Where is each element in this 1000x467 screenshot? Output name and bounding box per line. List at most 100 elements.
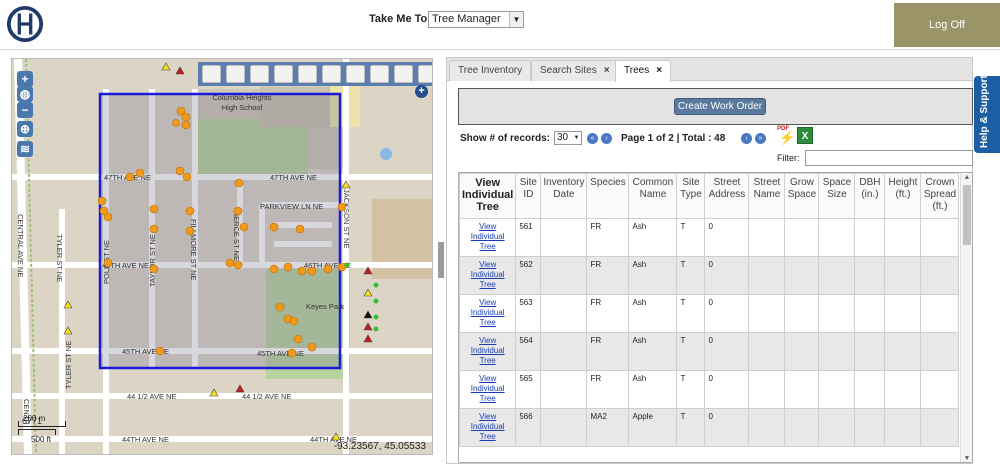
scroll-up-icon[interactable]: ▲ <box>961 173 972 183</box>
globe-icon[interactable]: ◍ <box>17 86 33 102</box>
col-space-size[interactable]: Space Size <box>818 173 856 219</box>
cell-inventory-date <box>540 256 588 295</box>
line-tool-icon[interactable] <box>346 65 365 83</box>
table-row[interactable]: View Individual Tree 563 FR Ash T 0 <box>459 294 960 333</box>
cell-site-type: T <box>676 408 706 447</box>
cell-inventory-date <box>540 294 588 333</box>
cell-species: MA2 <box>586 408 630 447</box>
last-page-icon[interactable]: » <box>755 133 766 144</box>
table-header-row: View Individual Tree Site ID Inventory D… <box>459 173 960 219</box>
move-tool-icon[interactable] <box>322 65 341 83</box>
locate-icon[interactable]: ⊕ <box>17 121 33 137</box>
cell-site-id: 561 <box>515 218 542 257</box>
cell-dbh <box>854 294 886 333</box>
ruler-tool-icon[interactable] <box>202 65 221 83</box>
zoom-in-button[interactable]: + <box>17 71 33 87</box>
table-row[interactable]: View Individual Tree 561 FR Ash T 0 <box>459 218 960 257</box>
select-tool-icon[interactable] <box>370 65 389 83</box>
pan-hand-icon[interactable] <box>418 65 432 83</box>
col-street-name[interactable]: Street Name <box>748 173 786 219</box>
view-individual-tree-link[interactable]: View Individual Tree <box>459 294 517 333</box>
map-label-tyler: TYLER ST NE <box>55 234 64 282</box>
col-common-name[interactable]: Common Name <box>628 173 678 219</box>
table-row[interactable]: View Individual Tree 565 FR Ash T 0 <box>459 370 960 409</box>
chevron-down-icon[interactable]: ▼ <box>509 12 523 27</box>
measure-tool-icon[interactable] <box>226 65 245 83</box>
cell-space-size <box>818 408 856 447</box>
cell-site-type: T <box>676 332 706 371</box>
tab-trees[interactable]: Trees × <box>615 60 672 82</box>
chevron-down-icon: ▼ <box>573 135 580 141</box>
view-individual-tree-link[interactable]: View Individual Tree <box>459 332 517 371</box>
col-crown-spread[interactable]: Crown Spread (ft.) <box>920 173 960 219</box>
col-species[interactable]: Species <box>586 173 630 219</box>
map-label-park: Keyes Park <box>306 302 345 311</box>
log-off-button[interactable]: Log Off <box>894 3 1000 47</box>
close-icon[interactable]: × <box>604 65 610 76</box>
cell-common-name: Ash <box>628 332 678 371</box>
layers-icon[interactable]: ≋ <box>17 141 33 157</box>
eraser-tool-icon[interactable] <box>394 65 413 83</box>
create-work-order-button[interactable]: Create Work Order <box>674 98 766 115</box>
cell-space-size <box>818 332 856 371</box>
first-page-icon[interactable]: « <box>587 133 598 144</box>
page-info: Page 1 of 2 | Total : 48 <box>621 133 726 144</box>
map-coordinates: -93.23567, 45.05533 <box>333 441 426 452</box>
tree-map[interactable]: 47TH AVE NE 47TH AVE NE 46TH AVE NE 46TH… <box>11 58 433 455</box>
cell-common-name: Ash <box>628 370 678 409</box>
expand-plus-icon[interactable]: + <box>415 85 428 98</box>
cell-height <box>884 332 922 371</box>
scroll-down-icon[interactable]: ▼ <box>961 454 972 462</box>
filter-input[interactable] <box>805 150 973 166</box>
close-icon[interactable]: × <box>656 65 662 76</box>
next-page-icon[interactable]: › <box>741 133 752 144</box>
take-me-to-label: Take Me To: <box>369 13 431 25</box>
grid-scrollbar[interactable]: ▲ ▼ <box>960 173 972 462</box>
col-dbh[interactable]: DBH (in.) <box>854 173 886 219</box>
view-individual-tree-link[interactable]: View Individual Tree <box>459 408 517 447</box>
tab-tree-inventory[interactable]: Tree Inventory <box>449 60 532 81</box>
scrollbar-thumb[interactable] <box>963 185 971 245</box>
cell-street-address: 0 <box>704 294 750 333</box>
cell-common-name: Apple <box>628 408 678 447</box>
view-individual-tree-link[interactable]: View Individual Tree <box>459 370 517 409</box>
tab-search-sites[interactable]: Search Sites × <box>531 60 619 81</box>
take-me-to-select[interactable]: Tree Manager ▼ <box>428 11 524 28</box>
city-logo[interactable] <box>6 5 44 43</box>
excel-export-icon[interactable]: X <box>797 127 813 144</box>
tab-bar: Tree Inventory Search Sites × Trees × <box>447 58 972 82</box>
polygon-select-icon[interactable] <box>298 65 317 83</box>
tab-label: Trees <box>624 65 650 76</box>
map-canvas[interactable]: 47TH AVE NE 47TH AVE NE 46TH AVE NE 46TH… <box>12 59 433 455</box>
col-view-individual-tree[interactable]: View Individual Tree <box>459 173 517 219</box>
table-row[interactable]: View Individual Tree 564 FR Ash T 0 <box>459 332 960 371</box>
col-inventory-date[interactable]: Inventory Date <box>540 173 588 219</box>
trees-grid: View Individual Tree Site ID Inventory D… <box>458 172 973 463</box>
col-site-type[interactable]: Site Type <box>676 173 706 219</box>
col-height[interactable]: Height (ft.) <box>884 173 922 219</box>
cell-street-name <box>748 370 786 409</box>
view-individual-tree-link[interactable]: View Individual Tree <box>459 256 517 295</box>
help-support-tab[interactable]: Help & Support <box>974 75 1000 153</box>
col-grow-space[interactable]: Grow Space <box>784 173 820 219</box>
map-label-school: Columbia Heights <box>212 93 271 102</box>
map-label-tylerb: TYLER ST NE <box>64 341 73 389</box>
cell-grow-space <box>784 332 820 371</box>
circle-select-icon[interactable] <box>250 65 269 83</box>
col-street-address[interactable]: Street Address <box>704 173 750 219</box>
cell-site-id: 563 <box>515 294 542 333</box>
cell-common-name: Ash <box>628 256 678 295</box>
zoom-out-button[interactable]: − <box>17 102 33 118</box>
work-order-bar: Create Work Order <box>458 88 973 125</box>
cell-height <box>884 256 922 295</box>
prev-page-icon[interactable]: ‹ <box>601 133 612 144</box>
col-site-id[interactable]: Site ID <box>515 173 542 219</box>
table-row[interactable]: View Individual Tree 562 FR Ash T 0 <box>459 256 960 295</box>
cell-site-type: T <box>676 294 706 333</box>
table-row[interactable]: View Individual Tree 566 MA2 Apple T 0 <box>459 408 960 447</box>
records-per-page-select[interactable]: 30 ▼ <box>554 131 582 145</box>
view-individual-tree-link[interactable]: View Individual Tree <box>459 218 517 257</box>
panel-splitter[interactable] <box>438 242 444 278</box>
rectangle-select-icon[interactable] <box>274 65 293 83</box>
pdf-export-icon[interactable]: PDF ⚡ <box>776 126 795 145</box>
